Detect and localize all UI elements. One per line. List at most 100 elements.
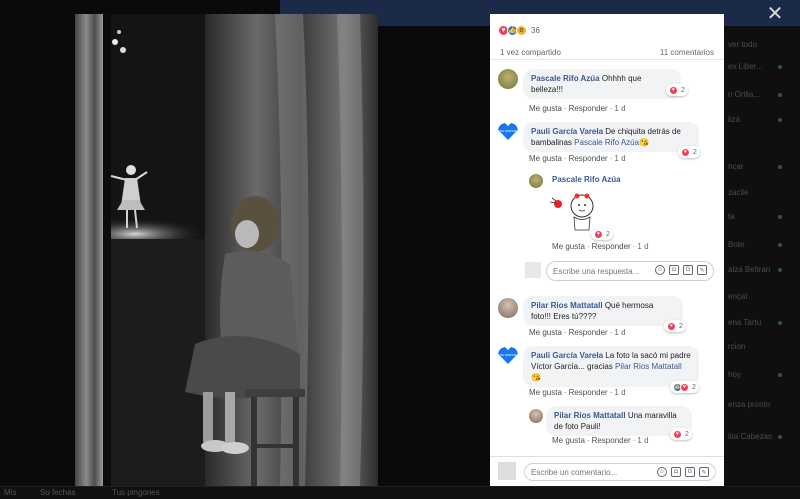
gif-icon[interactable]: G	[685, 467, 695, 477]
comment-input[interactable]	[531, 466, 643, 478]
background-sidebar-item: ta	[728, 212, 735, 221]
close-icon[interactable]: ✕	[763, 2, 787, 26]
comment-mention[interactable]: Pascale Rifo Azúa	[574, 138, 639, 147]
background-sidebar-item: ex Liber...	[728, 62, 763, 71]
reaction-count: 2	[679, 322, 683, 330]
comment-author[interactable]: Pascale Rifo Azúa	[531, 74, 600, 83]
avatar[interactable]	[529, 174, 543, 188]
comment: Pilar Rios Mattatall Qué hermosa foto!!!…	[490, 296, 724, 342]
comment-time[interactable]: 1 d	[614, 104, 625, 113]
avatar[interactable]: no somos la vida	[498, 347, 518, 364]
comment-reactions[interactable]: ♥ 2	[666, 84, 688, 96]
background-sidebar-item: ncar	[728, 162, 744, 171]
like-link[interactable]: Me gusta	[529, 104, 562, 113]
reply: Pascale Rifo Azúa ♥ 2 Me gusta · Respond…	[490, 170, 724, 251]
like-link[interactable]: Me gusta	[529, 388, 562, 397]
reply-input-box[interactable]: ☺ ◘ G ✎	[546, 261, 714, 281]
reply-link[interactable]: Responder	[569, 154, 608, 163]
comment-time[interactable]: 1 d	[637, 242, 648, 251]
comment-author[interactable]: Pauli García Varela	[531, 127, 603, 136]
wow-reaction-icon: o	[516, 24, 527, 36]
background-sidebar-item: alza Beltran	[728, 265, 771, 274]
comment-bubble: Pauli García Varela De chiquita detrás d…	[523, 122, 699, 152]
reaction-count: 2	[693, 148, 697, 156]
love-reaction-icon: ♥	[669, 85, 678, 95]
post-stats: 1 vez compartido 11 comentarios	[490, 46, 724, 60]
background-sidebar-item: lita Cabezas	[728, 432, 773, 441]
reply-link[interactable]: Responder	[569, 104, 608, 113]
camera-icon[interactable]: ◘	[671, 467, 681, 477]
reply-author[interactable]: Pascale Rifo Azúa	[552, 175, 621, 184]
my-avatar	[498, 462, 516, 480]
background-sidebar-item: ena Tartu	[728, 318, 762, 327]
background-tab: Tus pingones	[112, 488, 160, 497]
input-toolbar: ☺ ◘ G ✎	[655, 265, 707, 275]
comment-time[interactable]: 1 d	[614, 154, 625, 163]
online-status-icon	[778, 93, 782, 97]
background-sidebar-item: Bote	[728, 240, 745, 249]
comment-author[interactable]: Pilar Rios Mattatall	[531, 301, 603, 310]
sticker-icon[interactable]: ✎	[697, 265, 707, 275]
comment-time[interactable]: 1 d	[637, 436, 648, 445]
comment-reactions[interactable]: ♥ 2	[678, 146, 700, 158]
background-tab: Su fechas	[40, 488, 76, 497]
reply-input[interactable]	[553, 265, 649, 277]
like-link[interactable]: Me gusta	[529, 154, 562, 163]
comment-time[interactable]: 1 d	[614, 388, 625, 397]
background-tab: Mis	[4, 488, 17, 497]
avatar[interactable]: no somos la vida	[498, 123, 518, 140]
background-sidebar-item: ver todo	[728, 40, 757, 49]
comment-input-box[interactable]: ☺ ◘ G ✎	[524, 463, 716, 481]
reaction-count: 2	[692, 383, 696, 391]
comment-author[interactable]: Pauli García Varela	[531, 351, 603, 360]
comment-actions: Me gusta · Responder · 1 d	[552, 242, 649, 251]
online-status-icon	[778, 65, 782, 69]
comment-time[interactable]: 1 d	[614, 328, 625, 337]
reply-link[interactable]: Responder	[592, 436, 631, 445]
background-sidebar-item: enza pronto	[728, 400, 771, 409]
reactions-summary[interactable]: ♥ 👍 o 36	[498, 23, 540, 37]
reply-link[interactable]: Responder	[592, 242, 631, 251]
reply-link[interactable]: Responder	[569, 328, 608, 337]
background-sidebar-item: ençat	[728, 292, 748, 301]
love-reaction-icon: ♥	[681, 147, 690, 157]
emoji-icon[interactable]: ☺	[657, 467, 667, 477]
avatar[interactable]	[498, 69, 518, 89]
sticker-icon[interactable]: ✎	[699, 467, 709, 477]
reply-link[interactable]: Responder	[569, 388, 608, 397]
comments-count-link[interactable]: 11 comentarios	[660, 48, 714, 57]
comment-reactions[interactable]: ♥ 2	[670, 428, 692, 440]
online-status-icon	[778, 321, 782, 325]
like-link[interactable]: Me gusta	[552, 436, 585, 445]
comment-mention[interactable]: Pilar Rios Mattatall	[615, 362, 682, 371]
camera-icon[interactable]: ◘	[669, 265, 679, 275]
like-link[interactable]: Me gusta	[529, 328, 562, 337]
online-status-icon	[778, 118, 782, 122]
comment-bubble: Pilar Rios Mattatall Qué hermosa foto!!!…	[523, 296, 683, 326]
background-sidebar-item: zacile	[728, 188, 749, 197]
avatar[interactable]	[498, 298, 518, 318]
comment-actions: Me gusta · Responder · 1 d	[529, 104, 626, 113]
online-status-icon	[778, 165, 782, 169]
photo-image	[75, 14, 378, 486]
comment-actions: Me gusta · Responder · 1 d	[529, 154, 626, 163]
online-status-icon	[778, 435, 782, 439]
share-count-link[interactable]: 1 vez compartido	[500, 48, 561, 57]
love-reaction-icon: ♥	[594, 229, 603, 239]
comment-reactions[interactable]: 👍 ♥ 2	[670, 381, 699, 393]
like-link[interactable]: Me gusta	[552, 242, 585, 251]
comments-panel: ♥ 👍 o 36 1 vez compartido 11 comentarios…	[490, 14, 724, 486]
gif-icon[interactable]: G	[683, 265, 693, 275]
post-photo	[75, 14, 378, 486]
reaction-count: 2	[606, 230, 610, 238]
emoji-icon[interactable]: ☺	[655, 265, 665, 275]
comments-list[interactable]: Pascale Rifo Azúa Ohhhh que belleza!!! ♥…	[490, 64, 724, 454]
reaction-count: 36	[531, 25, 540, 35]
avatar[interactable]	[529, 409, 543, 423]
reply-author[interactable]: Pilar Rios Mattatall	[554, 411, 626, 420]
online-status-icon	[778, 215, 782, 219]
comment: no somos la vida Pauli García Varela La …	[490, 344, 724, 402]
reply: Pilar Rios Mattatall Una maravilla de fo…	[490, 406, 724, 452]
comment-reactions[interactable]: ♥ 2	[591, 228, 613, 240]
comment-reactions[interactable]: ♥ 2	[664, 320, 686, 332]
